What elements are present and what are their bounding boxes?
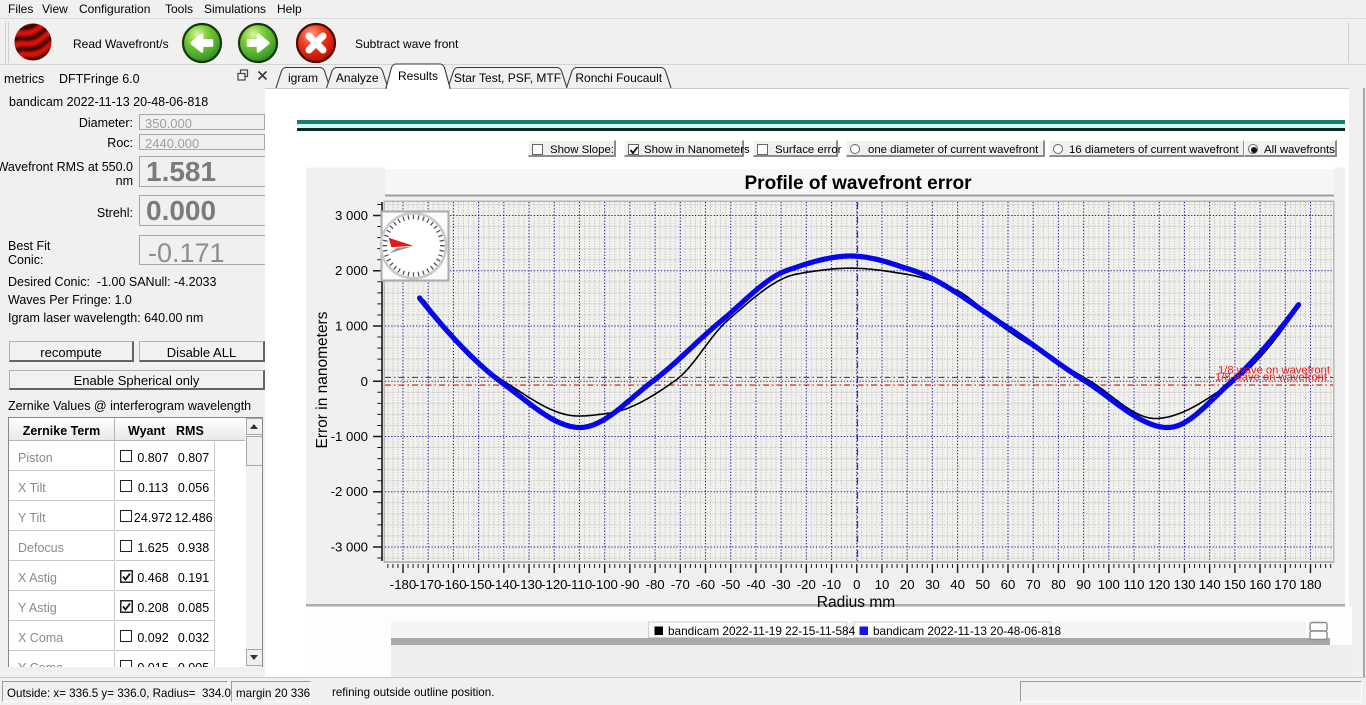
svg-text:130: 130: [1173, 577, 1195, 592]
svg-text:-1 000: -1 000: [331, 429, 368, 444]
svg-text:-30: -30: [772, 577, 791, 592]
svg-text:40: 40: [950, 577, 965, 592]
svg-text:-70: -70: [671, 577, 690, 592]
svg-text:-170: -170: [415, 577, 441, 592]
svg-text:-160: -160: [440, 577, 466, 592]
svg-text:igram: igram: [288, 71, 318, 85]
svg-text:-3 000: -3 000: [331, 540, 368, 555]
svg-text:140: 140: [1199, 577, 1221, 592]
svg-text:10: 10: [875, 577, 890, 592]
svg-text:-90: -90: [620, 577, 639, 592]
svg-text:bandicam 2022-11-19 22-15-11-5: bandicam 2022-11-19 22-15-11-584: [668, 624, 856, 638]
svg-text:180: 180: [1299, 577, 1321, 592]
svg-text:70: 70: [1026, 577, 1041, 592]
svg-text:-150: -150: [465, 577, 491, 592]
svg-text:0: 0: [361, 374, 368, 389]
svg-text:-2 000: -2 000: [331, 484, 368, 499]
svg-text:60: 60: [1001, 577, 1016, 592]
svg-text:-10: -10: [822, 577, 841, 592]
svg-text:Ronchi Foucault: Ronchi Foucault: [575, 71, 662, 85]
svg-text:-50: -50: [721, 577, 740, 592]
svg-text:150: 150: [1224, 577, 1246, 592]
svg-text:120: 120: [1148, 577, 1170, 592]
svg-text:3 000: 3 000: [335, 208, 368, 223]
svg-text:50: 50: [975, 577, 990, 592]
svg-text:Error in nanometers: Error in nanometers: [314, 311, 331, 448]
svg-text:170: 170: [1274, 577, 1296, 592]
svg-text:-80: -80: [646, 577, 665, 592]
svg-text:Radius mm: Radius mm: [817, 594, 895, 611]
svg-text:-40: -40: [746, 577, 765, 592]
svg-text:30: 30: [925, 577, 940, 592]
svg-text:-140: -140: [491, 577, 517, 592]
svg-text:1/8 wave on wavefront: 1/8 wave on wavefront: [1215, 372, 1328, 384]
svg-text:-60: -60: [696, 577, 715, 592]
svg-text:-20: -20: [797, 577, 816, 592]
svg-text:100: 100: [1098, 577, 1120, 592]
svg-text:0: 0: [853, 577, 860, 592]
svg-text:90: 90: [1076, 577, 1091, 592]
svg-text:Profile of wavefront error: Profile of wavefront error: [745, 173, 973, 194]
svg-text:-100: -100: [591, 577, 617, 592]
svg-text:-180: -180: [390, 577, 416, 592]
svg-text:2 000: 2 000: [335, 263, 368, 278]
svg-text:20: 20: [900, 577, 915, 592]
svg-text:Star Test, PSF, MTF: Star Test, PSF, MTF: [454, 71, 561, 85]
svg-text:1 000: 1 000: [335, 319, 368, 334]
svg-text:Results: Results: [398, 69, 438, 83]
svg-text:-120: -120: [541, 577, 567, 592]
svg-text:bandicam 2022-11-13 20-48-06-8: bandicam 2022-11-13 20-48-06-818: [873, 624, 1061, 638]
svg-text:-130: -130: [516, 577, 542, 592]
svg-text:80: 80: [1051, 577, 1066, 592]
svg-text:-110: -110: [567, 577, 592, 592]
svg-text:110: 110: [1123, 577, 1144, 592]
svg-text:Analyze: Analyze: [336, 71, 379, 85]
svg-text:160: 160: [1249, 577, 1271, 592]
